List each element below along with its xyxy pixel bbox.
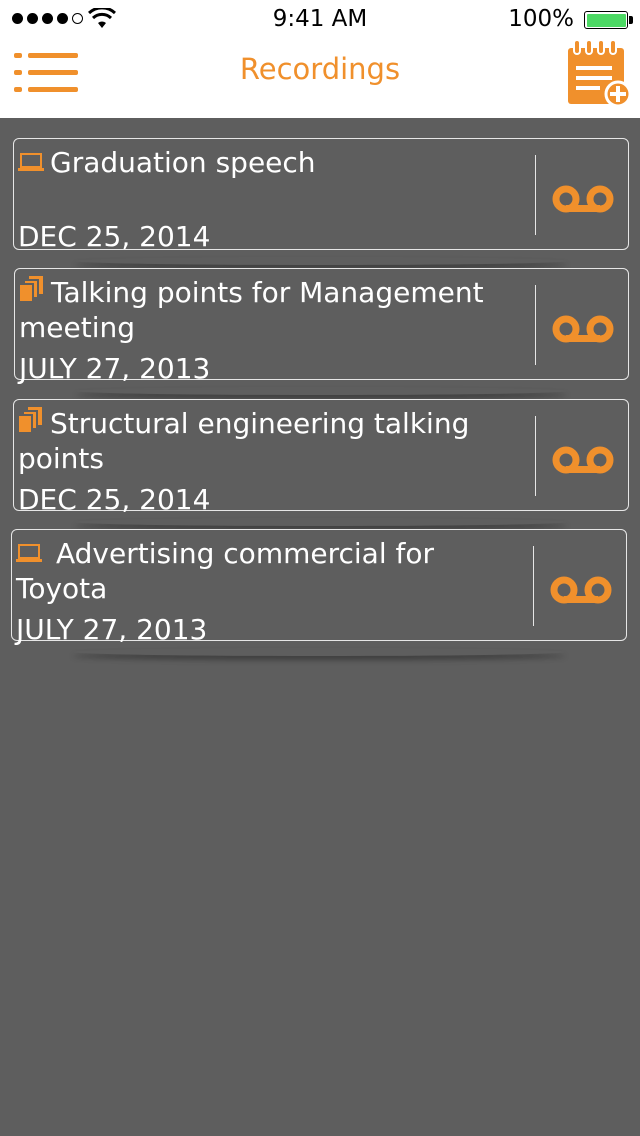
card-shadow (76, 387, 566, 395)
voicemail-play-icon[interactable] (552, 185, 614, 213)
recording-item[interactable]: Advertising commercial for Toyota JULY 2… (11, 529, 627, 646)
card-shadow (73, 648, 564, 656)
recording-item[interactable]: Graduation speech DEC 25, 2014 (13, 138, 629, 253)
recording-title-line: Talking points for Management meeting (19, 275, 524, 345)
documents-icon (19, 276, 43, 302)
recording-title-line: Graduation speech (18, 145, 523, 180)
card-shadow (75, 518, 566, 526)
recording-title: Structural engineering talking points (18, 407, 470, 475)
battery-percent: 100% (508, 6, 574, 32)
recording-text: Talking points for Management meeting JU… (19, 275, 524, 385)
recording-date: DEC 25, 2014 (18, 483, 211, 516)
laptop-icon (18, 153, 44, 171)
recording-item[interactable]: Structural engineering talking points DE… (13, 399, 629, 516)
recording-date: JULY 27, 2013 (16, 613, 208, 646)
battery-tip (629, 16, 633, 24)
recording-title: Talking points for Management meeting (19, 276, 484, 344)
recording-item[interactable]: Talking points for Management meeting JU… (14, 268, 629, 385)
laptop-icon (16, 544, 42, 562)
recording-title-line: Structural engineering talking points (18, 406, 523, 476)
divider (532, 546, 534, 626)
divider (534, 416, 536, 496)
top-bar: 9:41 AM 100% Recordings (0, 0, 640, 118)
divider (534, 155, 536, 235)
status-bar: 9:41 AM 100% (0, 0, 640, 40)
voicemail-play-icon[interactable] (552, 315, 614, 343)
recording-title-line: Advertising commercial for Toyota (16, 536, 521, 606)
recording-title: Advertising commercial for Toyota (16, 537, 434, 605)
battery-icon (584, 11, 628, 29)
recording-text: Advertising commercial for Toyota JULY 2… (16, 536, 521, 646)
notepad-add-icon[interactable] (566, 40, 632, 108)
card-shadow (75, 257, 566, 265)
voicemail-play-icon[interactable] (552, 446, 614, 474)
recording-date: JULY 27, 2013 (19, 352, 211, 385)
divider (534, 285, 536, 365)
documents-icon (18, 407, 42, 433)
voicemail-play-icon[interactable] (550, 576, 612, 604)
recording-text: Structural engineering talking points DE… (18, 406, 523, 516)
page-title: Recordings (239, 52, 401, 86)
recording-text: Graduation speech DEC 25, 2014 (18, 145, 523, 253)
recording-title: Graduation speech (50, 146, 316, 179)
recording-date: DEC 25, 2014 (18, 220, 211, 253)
